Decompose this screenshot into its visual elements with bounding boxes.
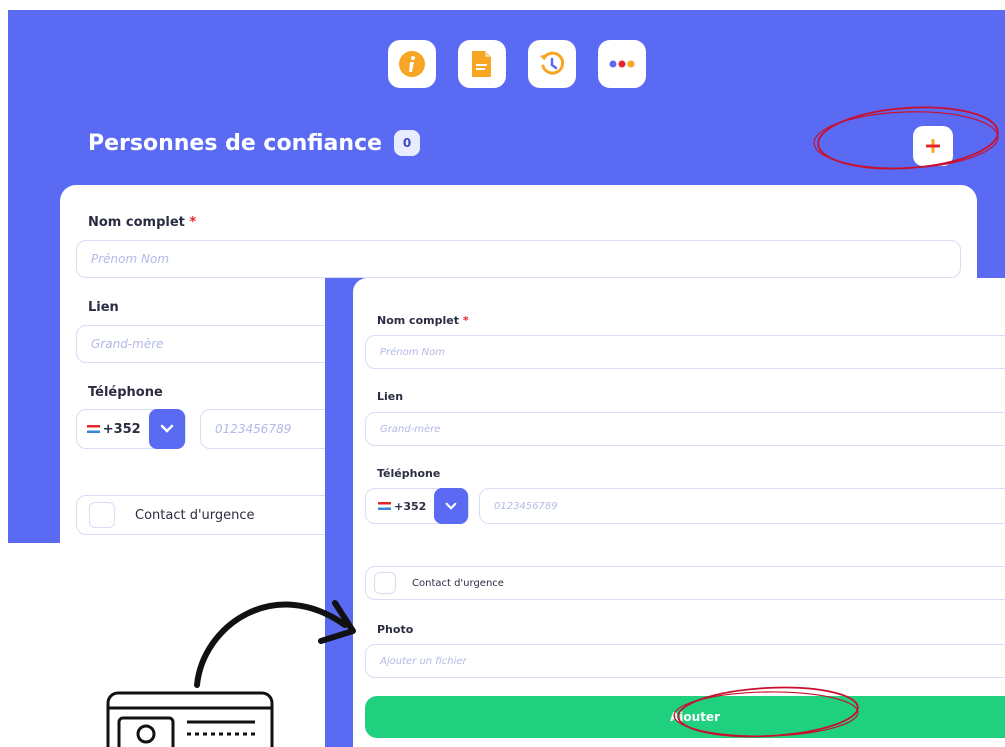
info-icon [399,51,425,77]
name-input[interactable]: Prénom Nom [365,335,1005,369]
emergency-contact-row[interactable]: Contact d'urgence [365,566,1005,600]
history-icon [540,51,565,75]
luxembourg-flag-icon [378,502,392,510]
chevron-down-icon [160,424,174,433]
prefix-dropdown-button[interactable] [148,409,185,449]
add-person-form-panel: Nom complet * Prénom Nom Lien Grand-mère… [325,278,1005,747]
curved-arrow-icon [194,600,356,688]
emergency-contact-checkbox[interactable] [374,572,396,594]
chevron-down-icon [445,502,457,510]
more-icon [609,60,635,68]
add-person-form: Nom complet * Prénom Nom Lien Grand-mère… [353,278,1005,747]
link-label: Lien [88,300,119,315]
photo-file-input[interactable]: Ajouter un fichier [365,644,1005,678]
history-button[interactable] [528,40,576,88]
count-badge: 0 [394,130,421,156]
phone-label: Téléphone [88,385,163,400]
id-card-icon [106,691,274,747]
photo-label: Photo [377,623,414,636]
section-title: Personnes de confiance 0 [88,130,421,156]
emergency-contact-checkbox[interactable] [89,502,115,528]
prefix-dropdown-button[interactable] [434,488,468,524]
more-button[interactable] [598,40,646,88]
highlight-ring [813,106,999,170]
link-input[interactable]: Grand-mère [365,412,1005,446]
top-icon-bar [388,40,646,88]
name-label: Nom complet * [377,314,469,327]
document-icon [472,51,491,77]
name-input[interactable]: Prénom Nom [76,240,961,278]
name-label: Nom complet * [88,215,197,230]
phone-input[interactable]: 0123456789 [479,488,1005,524]
phone-prefix-select[interactable]: +352 [76,409,186,449]
section-title-text: Personnes de confiance [88,130,383,156]
luxembourg-flag-icon [87,425,100,433]
info-button[interactable] [388,40,436,88]
document-button[interactable] [458,40,506,88]
link-label: Lien [377,390,404,403]
phone-prefix-select[interactable]: +352 [365,488,469,524]
highlight-ring [673,686,859,738]
phone-label: Téléphone [377,467,441,480]
